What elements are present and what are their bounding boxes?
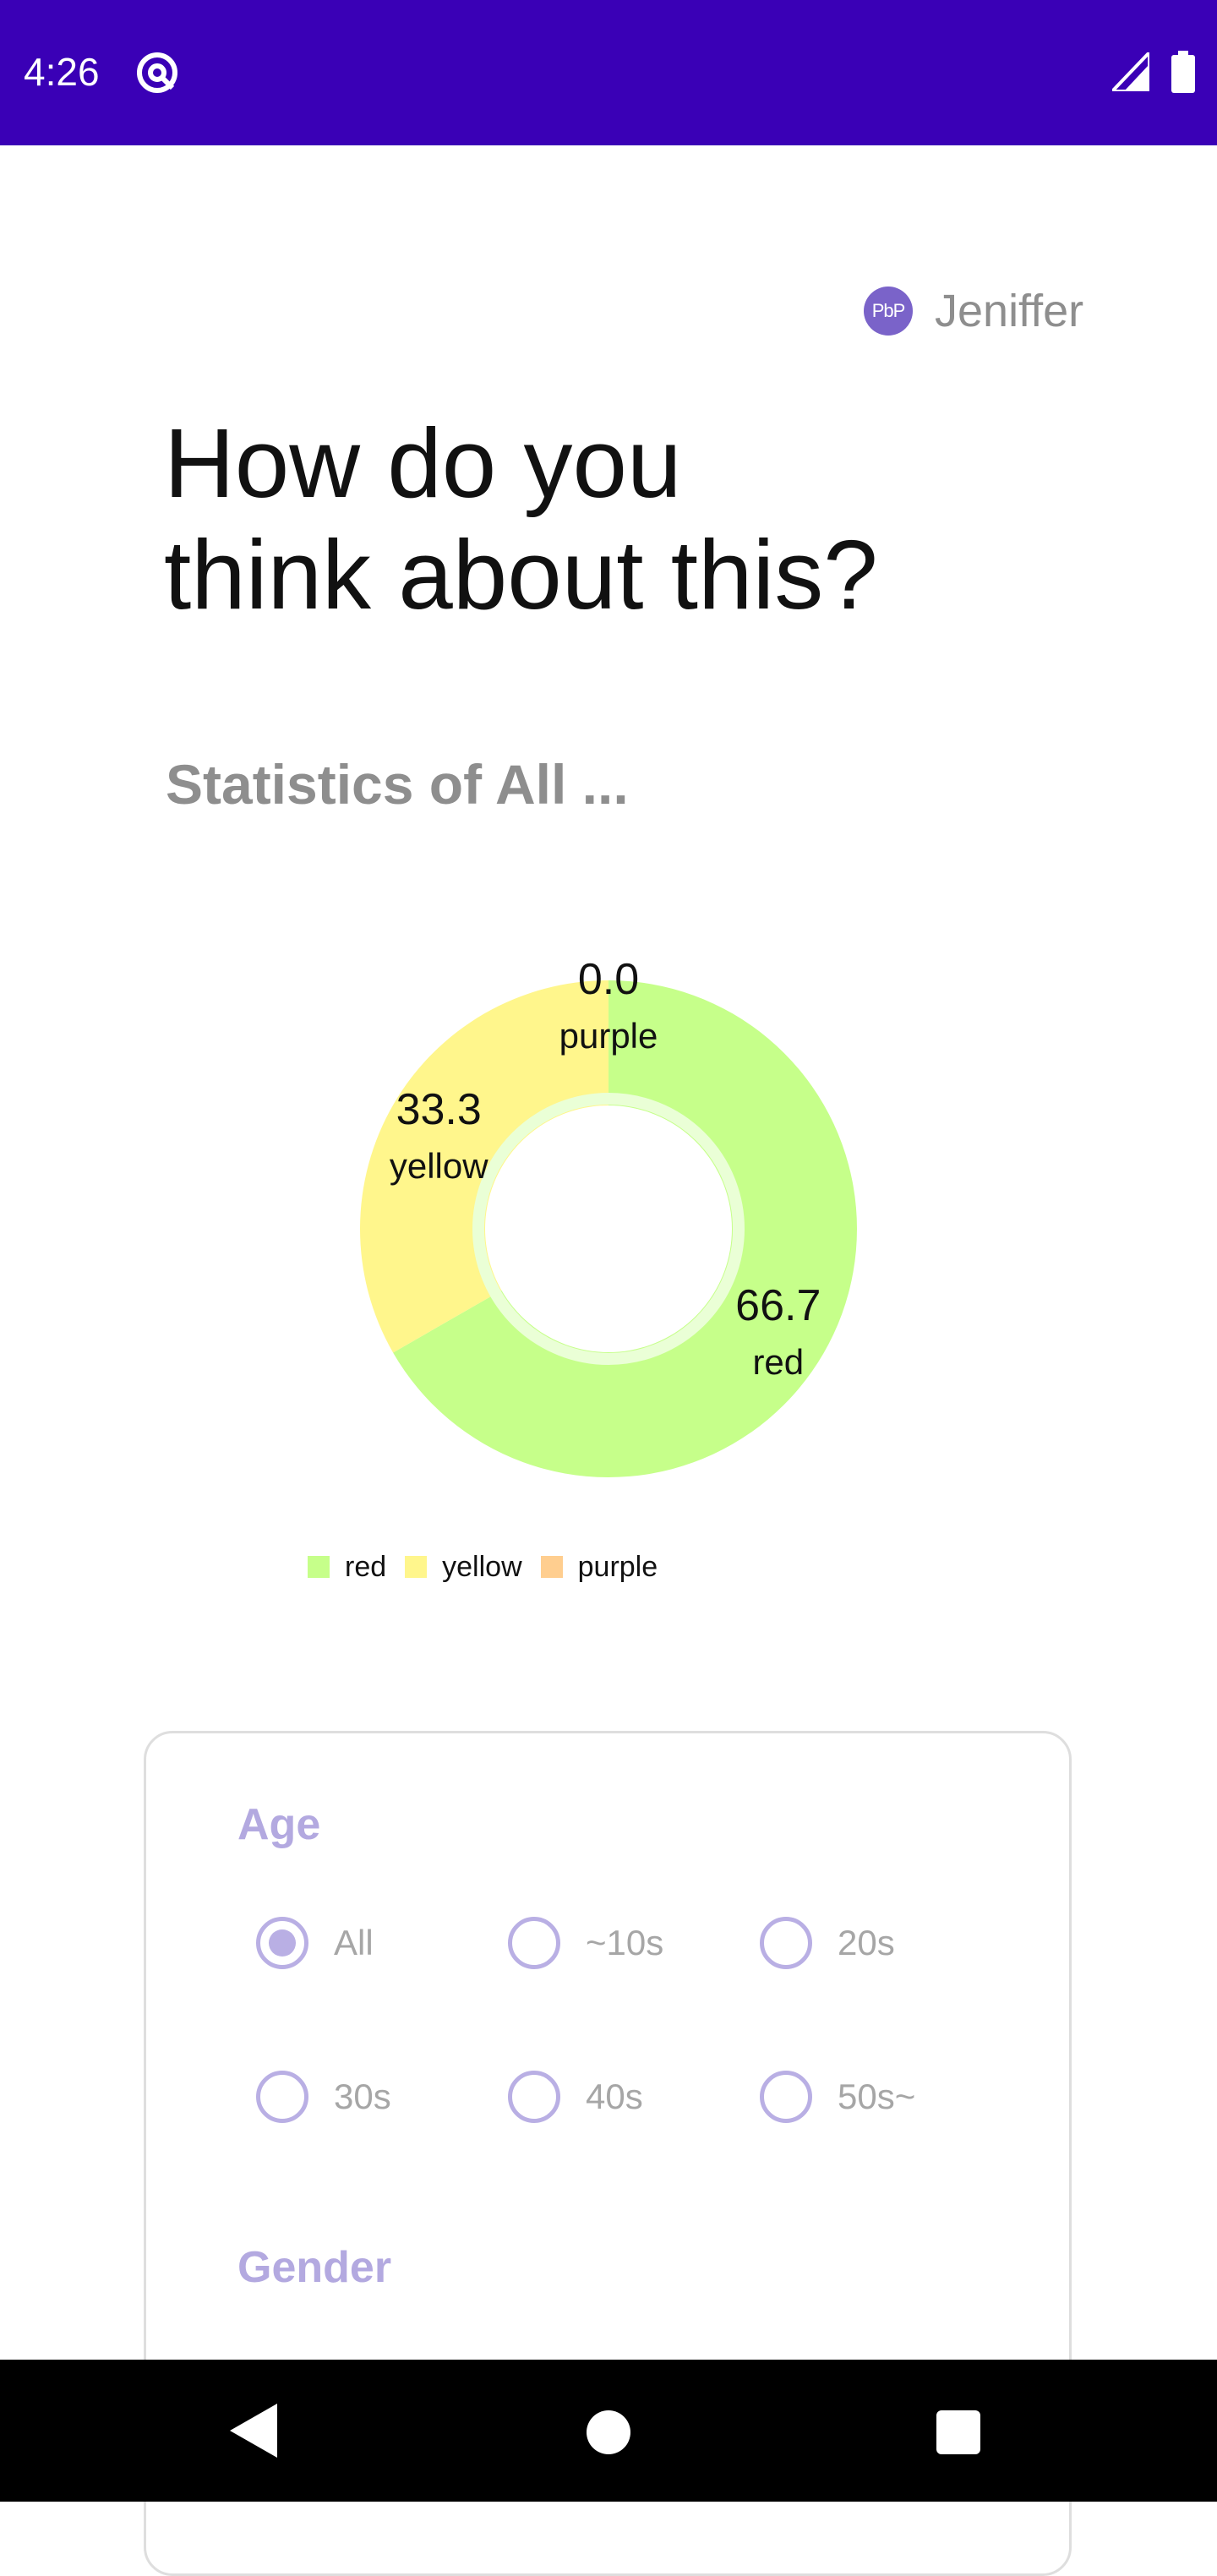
legend-item-red: red	[308, 1551, 386, 1584]
radio-label: 20s	[838, 1923, 895, 1962]
page-title: How do you think about this?	[164, 408, 878, 630]
age-option-20s[interactable]: 20s	[760, 1913, 895, 1973]
legend-label: yellow	[442, 1550, 522, 1583]
radio-button[interactable]	[256, 1917, 308, 1969]
donut-chart: 66.7 red 33.3 yellow 0.0 purple	[0, 930, 1217, 1521]
radio-button[interactable]	[508, 1917, 560, 1969]
legend-swatch	[540, 1556, 563, 1578]
legend-swatch	[308, 1556, 330, 1578]
battery-icon	[1171, 51, 1195, 93]
radio-label: All	[334, 1923, 374, 1962]
data-label-value-red: 66.7	[735, 1281, 821, 1330]
age-option-30s[interactable]: 30s	[256, 2066, 391, 2127]
donut-chart-svg: 66.7 red 33.3 yellow 0.0 purple	[359, 955, 858, 1477]
radio-button[interactable]	[760, 1917, 812, 1969]
legend-swatch	[405, 1556, 428, 1578]
status-time: 4:26	[24, 50, 100, 94]
age-option-50s[interactable]: 50s~	[760, 2066, 915, 2127]
status-bar: 4:26	[0, 0, 1217, 145]
user-name: Jeniffer	[935, 286, 1084, 336]
age-option-10s[interactable]: ~10s	[508, 1913, 663, 1973]
chart-legend: red yellow purple	[308, 1548, 676, 1585]
radio-button[interactable]	[508, 2071, 560, 2123]
radio-label: 40s	[586, 2077, 643, 2116]
data-label-value-purple: 0.0	[578, 955, 639, 1004]
navigation-bar	[0, 2360, 1217, 2502]
legend-item-yellow: yellow	[405, 1550, 522, 1584]
radio-button[interactable]	[256, 2071, 308, 2123]
legend-label: purple	[577, 1550, 658, 1583]
signal-icon	[1112, 52, 1149, 91]
radio-label: 30s	[334, 2077, 391, 2116]
radio-button[interactable]	[760, 2071, 812, 2123]
age-option-all[interactable]: All	[256, 1913, 374, 1973]
home-circle-icon[interactable]	[587, 2410, 630, 2454]
donut-inner-ring	[472, 1093, 745, 1365]
statistics-heading: Statistics of All ...	[166, 753, 629, 816]
user-chip[interactable]: PbP Jeniffer	[864, 284, 1083, 338]
age-option-40s[interactable]: 40s	[508, 2066, 643, 2127]
data-label-value-yellow: 33.3	[396, 1085, 482, 1134]
data-label-category-red: red	[752, 1342, 804, 1382]
radio-label: 50s~	[838, 2077, 916, 2116]
recent-square-icon[interactable]	[936, 2410, 980, 2454]
data-label-category-purple: purple	[559, 1016, 658, 1056]
age-label: Age	[237, 1800, 321, 1849]
gender-label: Gender	[237, 2243, 392, 2292]
radio-label: ~10s	[586, 1923, 664, 1962]
back-triangle-icon[interactable]	[230, 2404, 277, 2458]
avatar: PbP	[864, 287, 913, 336]
legend-item-purple: purple	[540, 1550, 658, 1584]
at-sign-icon	[137, 52, 177, 93]
legend-label: red	[345, 1550, 387, 1583]
data-label-category-yellow: yellow	[390, 1146, 488, 1186]
